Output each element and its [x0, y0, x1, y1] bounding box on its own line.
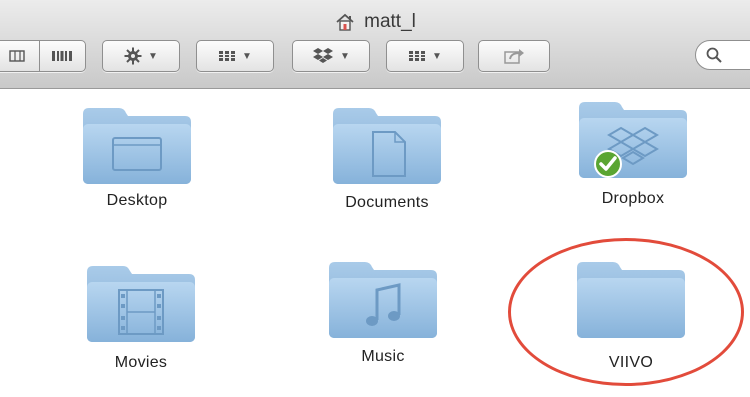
movies-folder-icon [87, 266, 195, 342]
coverflow-view-icon[interactable] [40, 50, 84, 62]
dropbox-folder-icon [579, 102, 687, 178]
search-field[interactable] [695, 40, 750, 70]
folder-label: Dropbox [601, 190, 665, 207]
action-button[interactable]: ▼ [102, 40, 180, 72]
grid-icon [219, 51, 236, 61]
folder-label: Music [361, 348, 405, 365]
highlight-circle-annotation [508, 238, 744, 386]
chevron-down-icon: ▼ [242, 50, 252, 62]
documents-folder-icon [333, 108, 441, 184]
folder-item-desktop[interactable]: Desktop [52, 104, 222, 210]
folder-item-dropbox[interactable]: Dropbox [548, 98, 718, 208]
finder-toolbar: matt_l ▼ ▼ ▼ ▼ [0, 0, 750, 89]
share-icon [504, 49, 524, 64]
arrange-button[interactable]: ▼ [196, 40, 274, 72]
music-folder-icon [329, 262, 437, 338]
gear-icon [124, 47, 142, 65]
grid-icon [409, 51, 426, 61]
chevron-down-icon: ▼ [148, 50, 158, 62]
window-title-text: matt_l [364, 11, 416, 32]
folder-label: Movies [114, 354, 168, 371]
window-title: matt_l [0, 10, 750, 34]
desktop-folder-icon [83, 108, 191, 184]
dropbox-icon [313, 48, 334, 63]
chevron-down-icon: ▼ [340, 50, 350, 62]
columns-view-icon[interactable] [0, 50, 39, 62]
folder-label: Documents [345, 194, 429, 211]
folder-item-movies[interactable]: Movies [56, 262, 226, 372]
dropbox-button[interactable]: ▼ [292, 40, 370, 72]
share-button[interactable] [478, 40, 550, 72]
search-icon [706, 47, 722, 63]
chevron-down-icon: ▼ [432, 50, 442, 62]
arrange-button-2[interactable]: ▼ [386, 40, 464, 72]
folder-item-documents[interactable]: Documents [302, 104, 472, 212]
folder-item-music[interactable]: Music [298, 258, 468, 366]
home-icon [336, 13, 354, 31]
view-segmented-control[interactable] [0, 40, 86, 72]
folder-label: Desktop [106, 192, 168, 209]
